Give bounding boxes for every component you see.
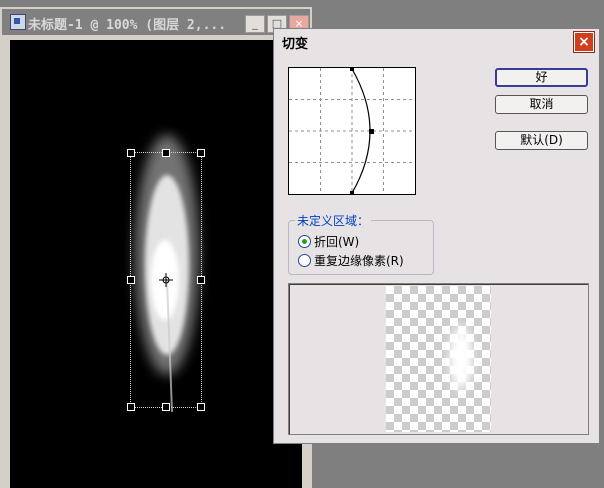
transform-handle[interactable] bbox=[127, 276, 135, 284]
close-icon[interactable]: × bbox=[574, 32, 594, 52]
curve-point-bottom[interactable] bbox=[350, 191, 354, 195]
ok-button[interactable]: 好 bbox=[495, 68, 588, 87]
repeat-edge-pixels-label: 重复边缘像素(R) bbox=[314, 254, 404, 268]
undefined-area-group: 未定义区域： 折回(W) 重复边缘像素(R) bbox=[288, 212, 434, 275]
transform-handle[interactable] bbox=[162, 403, 170, 411]
document-titlebar[interactable]: 未标题-1 @ 100% (图层 2,... _ □ × bbox=[2, 9, 310, 35]
photoshop-document-icon bbox=[10, 14, 26, 30]
radio-unselected-icon[interactable] bbox=[298, 254, 311, 267]
repeat-edge-pixels-option[interactable]: 重复边缘像素(R) bbox=[298, 252, 404, 269]
wrap-around-option[interactable]: 折回(W) bbox=[298, 233, 359, 250]
curve-point-top[interactable] bbox=[350, 67, 354, 71]
dialog-title: 切变 bbox=[282, 37, 309, 52]
shear-dialog: 切变 × 好 取消 默认(D) 未定义区域： 折回(W) 重复边缘像素(R) bbox=[273, 28, 600, 444]
shear-curve-graph[interactable] bbox=[288, 67, 416, 195]
document-title: 未标题-1 @ 100% (图层 2,... bbox=[28, 18, 227, 33]
transform-handle[interactable] bbox=[197, 149, 205, 157]
transform-handle[interactable] bbox=[197, 403, 205, 411]
image-canvas[interactable] bbox=[10, 40, 302, 488]
transform-handle[interactable] bbox=[127, 149, 135, 157]
default-button[interactable]: 默认(D) bbox=[495, 131, 588, 150]
wrap-around-label: 折回(W) bbox=[314, 235, 360, 249]
minimize-button[interactable]: _ bbox=[245, 15, 265, 33]
undefined-area-legend: 未定义区域： bbox=[295, 212, 372, 229]
transform-handle[interactable] bbox=[127, 403, 135, 411]
cancel-button[interactable]: 取消 bbox=[495, 95, 588, 114]
curve-point-middle[interactable] bbox=[369, 129, 374, 134]
crosshair-center-icon[interactable] bbox=[159, 273, 173, 287]
transform-handle[interactable] bbox=[162, 149, 170, 157]
preview-pane bbox=[288, 283, 589, 435]
transform-handle[interactable] bbox=[197, 276, 205, 284]
document-window: 未标题-1 @ 100% (图层 2,... _ □ × bbox=[0, 7, 312, 488]
dialog-titlebar[interactable]: 切变 × bbox=[274, 29, 599, 55]
radio-selected-icon[interactable] bbox=[298, 235, 311, 248]
curve-editor[interactable] bbox=[289, 67, 415, 195]
preview-feather bbox=[450, 326, 472, 390]
preview-thumbnail bbox=[386, 286, 491, 432]
